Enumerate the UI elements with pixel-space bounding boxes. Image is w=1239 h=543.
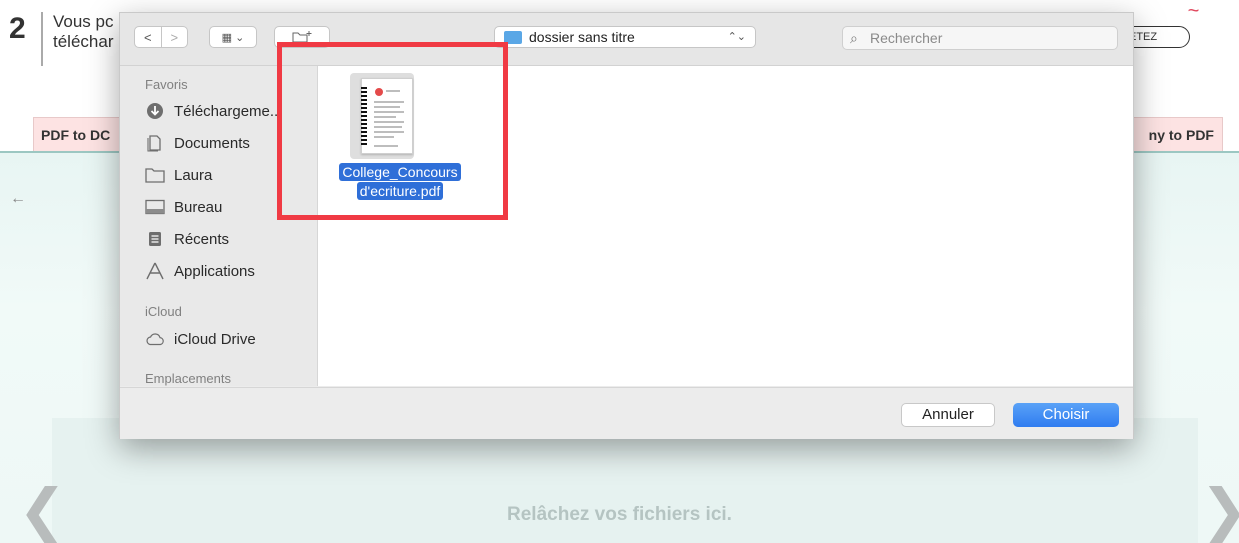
sidebar-item-downloads[interactable]: Téléchargeme...: [145, 99, 282, 123]
sidebar-header-favorites: Favoris: [145, 77, 188, 92]
download-icon: [145, 102, 165, 120]
search-field[interactable]: ⌕ Rechercher: [842, 26, 1118, 50]
navigation-buttons: < >: [134, 26, 188, 48]
sidebar-header-locations: Emplacements: [145, 371, 231, 386]
sidebar-item-icloud-drive[interactable]: iCloud Drive: [145, 327, 256, 351]
cloud-icon: [145, 330, 165, 348]
search-icon: ⌕: [850, 30, 858, 46]
chevron-left-icon[interactable]: ❮: [18, 482, 67, 540]
step-text-line1: Vous pc: [53, 12, 114, 31]
choose-button[interactable]: Choisir: [1013, 403, 1119, 427]
drop-zone-label: Relâchez vos fichiers ici.: [507, 504, 732, 525]
dialog-toolbar: < > ▦ ⌄ dossier sans titre ⌃⌄ ⌕ Recherch…: [120, 13, 1133, 66]
chevron-right-icon[interactable]: ❯: [1200, 482, 1239, 540]
desktop-icon: [145, 198, 165, 216]
documents-icon: [145, 134, 165, 152]
forward-button[interactable]: >: [162, 30, 188, 45]
view-mode-button[interactable]: ▦ ⌄: [209, 26, 257, 48]
sidebar-item-laura[interactable]: Laura: [145, 163, 212, 187]
cancel-button[interactable]: Annuler: [901, 403, 995, 427]
sidebar-item-label: iCloud Drive: [174, 330, 256, 348]
sidebar-item-label: Bureau: [174, 198, 223, 216]
sidebar-item-desktop[interactable]: Bureau: [145, 195, 222, 219]
chevron-updown-icon: ⌃⌄: [727, 31, 746, 43]
location-popup[interactable]: dossier sans titre ⌃⌄: [494, 26, 756, 48]
recents-icon: [145, 230, 165, 248]
file-open-dialog: < > ▦ ⌄ dossier sans titre ⌃⌄ ⌕ Recherch…: [119, 12, 1134, 439]
step-text-line2: téléchar: [53, 32, 114, 51]
step-divider: [41, 12, 43, 66]
back-arrow-icon[interactable]: ←: [10, 190, 26, 208]
sidebar-item-label: Applications: [174, 262, 255, 280]
location-popup-label: dossier sans titre: [529, 29, 635, 45]
sidebar-item-documents[interactable]: Documents: [145, 131, 250, 155]
search-placeholder: Rechercher: [870, 30, 943, 46]
grid-view-icon: ▦ ⌄: [221, 31, 245, 44]
brand-logo-fragment: ~: [1187, 0, 1199, 22]
sidebar-item-label: Téléchargeme...: [174, 102, 283, 120]
sidebar-header-icloud: iCloud: [145, 304, 182, 319]
sidebar-item-label: Récents: [174, 230, 230, 248]
folder-icon: [145, 166, 165, 184]
sidebar-item-label: Documents: [174, 134, 250, 152]
step-number: 2: [9, 12, 26, 45]
sidebar-item-applications[interactable]: Applications: [145, 259, 255, 283]
sidebar-item-label: Laura: [174, 166, 213, 184]
highlight-box: [277, 42, 508, 220]
sidebar-item-recents[interactable]: Récents: [145, 227, 229, 251]
applications-icon: [145, 262, 165, 280]
back-button[interactable]: <: [135, 30, 161, 45]
step-text: Vous pc téléchar: [53, 12, 123, 52]
dialog-footer: Annuler Choisir: [120, 387, 1133, 439]
